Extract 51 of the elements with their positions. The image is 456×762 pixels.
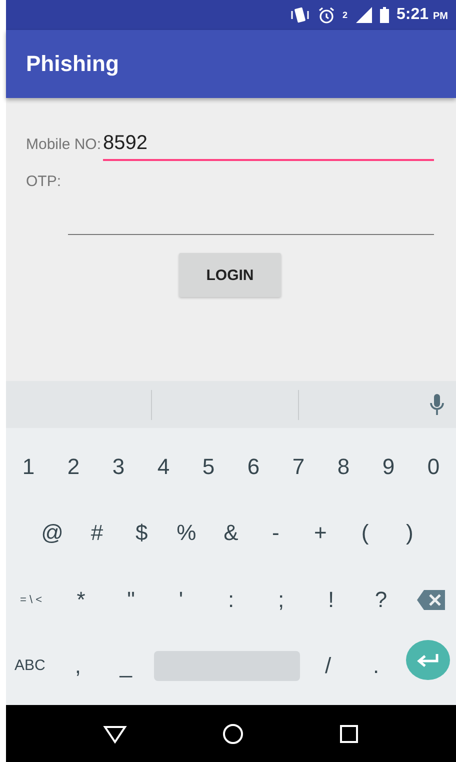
field-label: Mobile NO: xyxy=(26,136,102,155)
keyboard-key[interactable]: 3 xyxy=(96,441,141,494)
keyboard-key[interactable]: % xyxy=(164,507,209,560)
keyboard-key[interactable]: 4 xyxy=(141,441,186,494)
app-title: Phishing xyxy=(26,51,119,77)
battery-icon xyxy=(380,7,389,23)
keyboard-key[interactable]: 9 xyxy=(366,441,411,494)
keyboard-key[interactable]: 1 xyxy=(6,441,51,494)
keyboard-key[interactable]: , xyxy=(54,640,102,692)
keyboard-key[interactable]: " xyxy=(106,574,156,626)
keyboard-key[interactable]: * xyxy=(56,574,106,626)
keyboard-key[interactable]: $ xyxy=(119,507,164,560)
input-field[interactable]: 8592 xyxy=(103,132,434,161)
keyboard-key[interactable]: 5 xyxy=(186,441,231,494)
keyboard-key[interactable]: + xyxy=(298,507,343,560)
keyboard-key[interactable]: @ xyxy=(30,507,75,560)
back-icon[interactable] xyxy=(103,724,128,744)
microphone-icon[interactable] xyxy=(430,394,444,416)
keyboard-key[interactable]: - xyxy=(253,507,298,560)
keyboard-key[interactable]: _ xyxy=(102,640,150,692)
keyboard-key[interactable]: 7 xyxy=(276,441,321,494)
keyboard-key[interactable]: : xyxy=(206,574,256,626)
clock-meridiem: PM xyxy=(433,11,448,22)
keyboard-key[interactable]: / xyxy=(304,640,352,692)
backspace-icon[interactable] xyxy=(416,588,446,611)
keyboard-key[interactable]: ) xyxy=(387,507,432,560)
enter-key[interactable] xyxy=(406,640,450,680)
keyboard-key[interactable]: ( xyxy=(342,507,388,560)
clock-time: 5:21 xyxy=(396,6,429,23)
login-button[interactable]: LOGIN xyxy=(179,253,281,297)
keyboard-key[interactable]: = \ < xyxy=(6,574,56,626)
keyboard-key[interactable]: ' xyxy=(156,574,206,626)
keyboard-key[interactable]: 0 xyxy=(411,441,456,494)
alarm-icon xyxy=(318,6,334,24)
keyboard-key[interactable]: ? xyxy=(356,574,406,626)
keyboard-key[interactable]: . xyxy=(352,640,400,692)
keyboard-key[interactable]: ; xyxy=(256,574,306,626)
home-icon[interactable] xyxy=(222,722,244,744)
keyboard-key[interactable]: 6 xyxy=(231,441,276,494)
keyboard-key[interactable]: 2 xyxy=(51,441,96,494)
field-label: OTP: xyxy=(26,173,62,192)
sim-number: 2 xyxy=(342,10,348,20)
signal-icon xyxy=(356,7,372,23)
keyboard-key[interactable]: ! xyxy=(306,574,356,626)
keyboard-key[interactable]: # xyxy=(74,507,120,560)
keyboard-key[interactable]: & xyxy=(208,507,254,560)
vibrate-icon xyxy=(290,6,310,24)
keyboard-key[interactable]: 8 xyxy=(321,441,366,494)
enter-arrow-icon xyxy=(417,652,440,667)
keyboard-key[interactable]: ABC xyxy=(6,640,54,692)
recents-icon[interactable] xyxy=(338,724,359,744)
